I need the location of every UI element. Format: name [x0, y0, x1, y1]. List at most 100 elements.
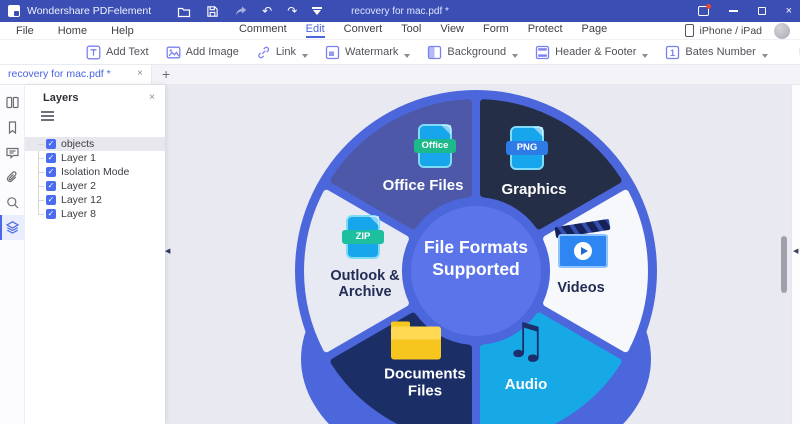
panel-collapse-right-icon[interactable]: ◀: [793, 247, 798, 255]
notification-icon[interactable]: [697, 4, 711, 16]
chevron-down-icon: [761, 54, 768, 58]
pdf-page: File Formats Supported Office Office Fil…: [262, 88, 693, 424]
bates-number-button[interactable]: 1 Bates Number: [665, 45, 768, 60]
add-image-icon: [166, 46, 181, 58]
tab-protect[interactable]: Protect: [528, 23, 563, 38]
zip-file-icon: ZIP: [342, 215, 384, 259]
share-icon[interactable]: [234, 5, 247, 17]
sidebar-item-layers[interactable]: [0, 215, 25, 240]
layer-label: Layer 8: [61, 208, 97, 220]
layer-checkbox[interactable]: ✓: [46, 153, 56, 163]
tab-title: recovery for mac.pdf *: [8, 68, 111, 80]
save-icon[interactable]: [206, 5, 219, 18]
svg-text:1: 1: [670, 47, 675, 57]
folder-icon: [391, 321, 441, 360]
wheel-center-title: File Formats Supported: [423, 237, 529, 279]
chevron-down-icon: [302, 54, 308, 58]
layers-tree: ✓ objects ✓ Layer 1 ✓ Isolation Mode ✓ Layer 2 ✓…: [25, 137, 165, 221]
layers-panel-close-icon[interactable]: ×: [149, 93, 155, 103]
add-text-button[interactable]: Add Text: [86, 45, 149, 60]
layer-checkbox[interactable]: ✓: [46, 209, 56, 219]
header-footer-button[interactable]: Header & Footer: [535, 45, 649, 60]
search-icon: [6, 197, 18, 209]
layer-row[interactable]: ✓ Layer 12: [25, 193, 165, 207]
app-name: Wondershare PDFelement: [27, 5, 152, 17]
add-text-icon: [86, 45, 101, 59]
layer-checkbox[interactable]: ✓: [46, 167, 56, 177]
file-formats-wheel: File Formats Supported Office Office Fil…: [294, 89, 658, 424]
open-folder-icon[interactable]: [177, 5, 191, 18]
new-tab-button[interactable]: +: [162, 67, 170, 81]
content-area: Layers × ✓ objects ✓ Layer 1 ✓ Isolation Mode…: [0, 85, 800, 424]
layer-label: Layer 1: [61, 152, 97, 164]
collapse-ribbon-icon[interactable]: [312, 7, 323, 15]
chevron-down-icon: [642, 54, 649, 58]
segment-label-office-files: Office Files: [382, 176, 464, 194]
minimize-button[interactable]: [728, 10, 738, 12]
toolbar: Add Text Add Image Link Watermark Backgr…: [0, 40, 800, 64]
tab-close-icon[interactable]: ×: [137, 69, 143, 79]
close-button[interactable]: ×: [786, 5, 792, 17]
tab-comment[interactable]: Comment: [239, 23, 287, 38]
comment-icon: [5, 147, 19, 160]
tab-view[interactable]: View: [440, 23, 464, 38]
music-note-icon: ♫: [504, 313, 548, 369]
layer-checkbox[interactable]: ✓: [46, 195, 56, 205]
layer-row[interactable]: ✓ Layer 2: [25, 179, 165, 193]
layer-row[interactable]: ✓ objects: [25, 137, 165, 151]
document-tab[interactable]: recovery for mac.pdf * ×: [0, 64, 152, 84]
panel-collapse-left-icon[interactable]: ◀: [165, 247, 170, 255]
layer-label: Isolation Mode: [61, 166, 130, 178]
background-icon: [428, 45, 442, 59]
maximize-button[interactable]: [757, 7, 766, 15]
png-file-icon: PNG: [506, 126, 548, 170]
layer-checkbox[interactable]: ✓: [46, 139, 56, 149]
video-clapperboard-icon: [554, 218, 611, 269]
tab-tool[interactable]: Tool: [401, 23, 421, 38]
layer-label: Layer 12: [61, 194, 102, 206]
sidebar-item-bookmarks[interactable]: [0, 115, 25, 140]
sidebar-icon-strip: [0, 85, 25, 424]
layer-label: objects: [61, 138, 95, 150]
office-file-icon: Office: [414, 124, 456, 168]
redo-icon[interactable]: ↷: [287, 5, 297, 17]
segment-label-audio: Audio: [504, 375, 548, 393]
sidebar-item-comments[interactable]: [0, 140, 25, 165]
background-button[interactable]: Background: [427, 45, 519, 60]
phone-icon: [684, 24, 694, 37]
layer-checkbox[interactable]: ✓: [46, 181, 56, 191]
layers-menu-icon[interactable]: [41, 111, 54, 121]
menu-home[interactable]: Home: [58, 25, 87, 37]
segment-label-videos: Videos: [557, 280, 605, 297]
menu-help[interactable]: Help: [111, 25, 134, 37]
undo-icon[interactable]: ↶: [262, 5, 272, 17]
tab-edit[interactable]: Edit: [305, 23, 325, 38]
sidebar-item-search[interactable]: [0, 190, 25, 215]
device-link[interactable]: iPhone / iPad: [700, 25, 762, 37]
layer-row[interactable]: ✓ Layer 8: [25, 207, 165, 221]
vertical-scrollbar-thumb[interactable]: [781, 236, 787, 293]
document-canvas[interactable]: ◀ File Formats Supported Office Office F: [165, 85, 800, 424]
menu-file[interactable]: File: [16, 25, 34, 37]
add-image-button[interactable]: Add Image: [166, 45, 239, 60]
header-footer-icon: [535, 45, 550, 59]
thumbnails-icon: [5, 96, 19, 109]
bookmark-icon: [8, 121, 16, 135]
watermark-icon: [325, 45, 340, 59]
tab-page[interactable]: Page: [582, 23, 608, 38]
tab-form[interactable]: Form: [483, 23, 509, 38]
right-panel-strip: ◀: [791, 85, 800, 424]
segment-label-outlook-archive: Outlook & Archive: [330, 268, 400, 300]
avatar[interactable]: [774, 22, 790, 39]
link-button[interactable]: Link: [256, 45, 308, 60]
tab-convert[interactable]: Convert: [344, 23, 383, 38]
layer-row[interactable]: ✓ Layer 1: [25, 151, 165, 165]
watermark-button[interactable]: Watermark: [325, 45, 411, 60]
app-logo-icon: [8, 5, 20, 17]
layer-row[interactable]: ✓ Isolation Mode: [25, 165, 165, 179]
sidebar-item-thumbnails[interactable]: [0, 90, 25, 115]
titlebar: Wondershare PDFelement ↶ ↷ recovery for …: [0, 0, 800, 22]
chevron-down-icon: [512, 54, 519, 58]
sidebar-item-attachments[interactable]: [0, 165, 25, 190]
segment-label-documents-files: Documents Files: [384, 365, 466, 399]
